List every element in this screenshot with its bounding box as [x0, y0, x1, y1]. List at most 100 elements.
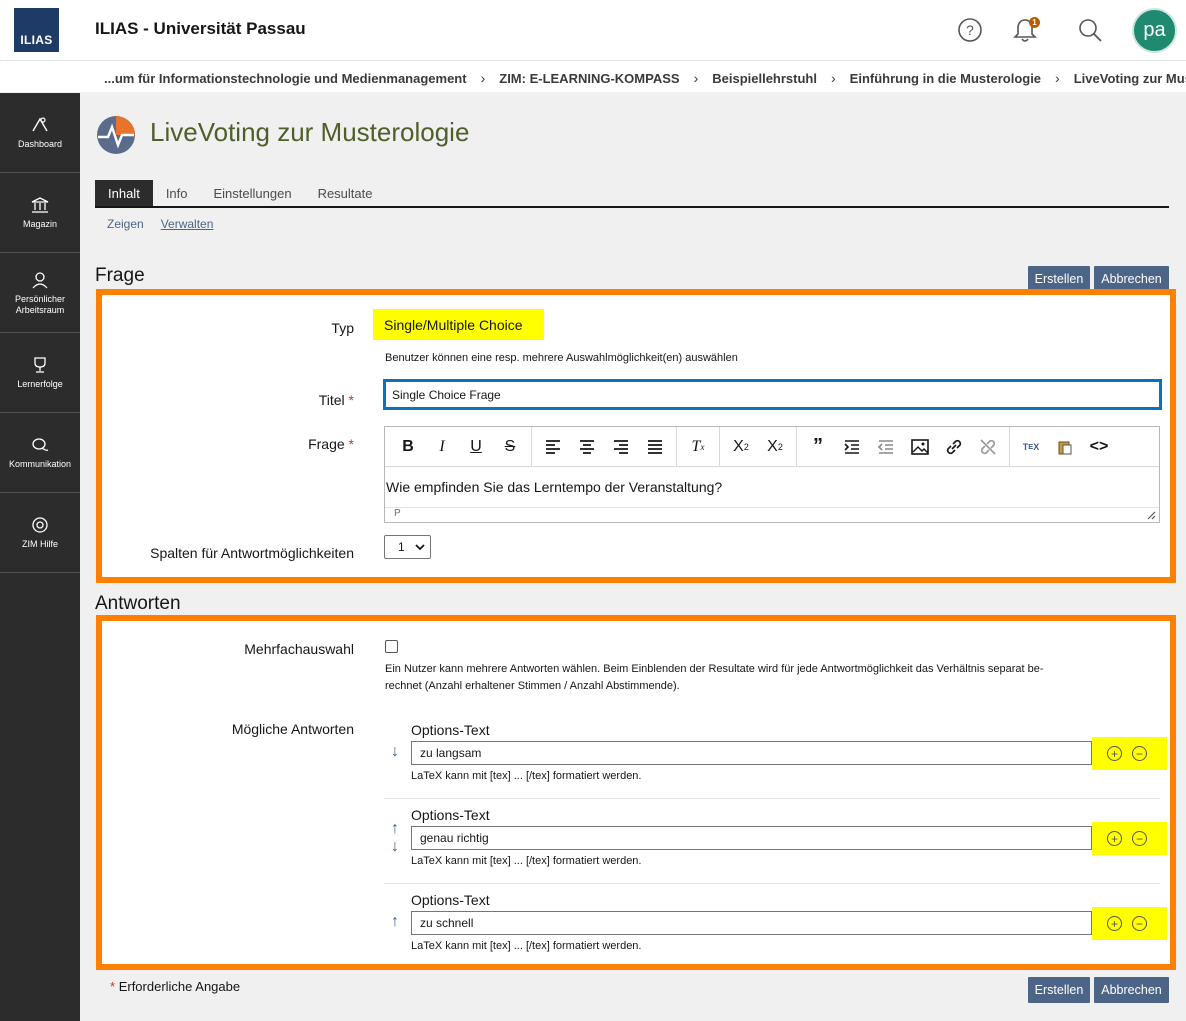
- dashboard-icon: [32, 117, 48, 132]
- antworten-panel: Mehrfachauswahl Ein Nutzer kann mehrere …: [96, 615, 1176, 970]
- subtab-verwalten[interactable]: Verwalten: [161, 217, 214, 231]
- spalten-select[interactable]: 1: [384, 535, 431, 559]
- sidebar-item-label: Magazin: [22, 219, 58, 229]
- unlink-icon[interactable]: [971, 432, 1005, 462]
- tex-icon[interactable]: TEX: [1014, 432, 1048, 462]
- sidebar-item-label: Dashboard: [17, 139, 63, 149]
- breadcrumb-item[interactable]: ...um für Informationstechnologie und Me…: [104, 71, 467, 86]
- typ-value: Single/Multiple Choice: [373, 309, 544, 340]
- add-circle-icon[interactable]: +: [1107, 831, 1122, 846]
- arrow-up-icon[interactable]: ↑: [391, 820, 399, 838]
- align-left-icon[interactable]: [536, 432, 570, 462]
- arrow-up-icon[interactable]: ↑: [391, 913, 399, 931]
- paste-icon[interactable]: [1048, 432, 1082, 462]
- editor-toolbar: B I U S Tx X2 X2 ” TEX <>: [385, 426, 1159, 467]
- option-add-remove-controls: + −: [1092, 822, 1167, 855]
- clear-formatting-icon[interactable]: Tx: [681, 432, 715, 462]
- section-title-antworten: Antworten: [95, 593, 181, 614]
- option-text-input[interactable]: zu langsam: [411, 741, 1092, 765]
- bank-icon: [31, 197, 49, 213]
- sidebar-item-kommunikation[interactable]: Kommunikation: [0, 413, 80, 493]
- sidebar-item-persoenlicher-arbeitsraum[interactable]: Persönlicher Arbeitsraum: [0, 253, 80, 333]
- chevron-right-icon: ›: [1055, 70, 1060, 86]
- add-circle-icon[interactable]: +: [1107, 746, 1122, 761]
- breadcrumb-item[interactable]: Einführung in die Musterologie: [850, 71, 1041, 86]
- chevron-down-icon: [415, 544, 425, 551]
- sidebar-item-zim-hilfe[interactable]: ZIM Hilfe: [0, 493, 80, 573]
- option-add-remove-controls: + −: [1092, 737, 1167, 770]
- breadcrumb: ...um für Informationstechnologie und Me…: [0, 60, 1186, 92]
- titel-input[interactable]: Single Choice Frage: [383, 379, 1162, 410]
- outdent-icon[interactable]: [869, 432, 903, 462]
- remove-circle-icon[interactable]: −: [1132, 746, 1147, 761]
- sidebar-item-label: Kommunikation: [8, 459, 72, 469]
- frage-panel: Typ Single/Multiple Choice Benutzer könn…: [96, 289, 1176, 583]
- breadcrumb-item[interactable]: LiveVoting zur Musterologie: [1074, 71, 1186, 86]
- link-icon[interactable]: [937, 432, 971, 462]
- option-help: LaTeX kann mit [tex] ... [/tex] formatie…: [411, 770, 642, 782]
- breadcrumb-item[interactable]: ZIM: E-LEARNING-KOMPASS: [499, 71, 679, 86]
- moegliche-antworten-label: Mögliche Antworten: [231, 721, 354, 737]
- notification-bell-icon[interactable]: 1: [1011, 16, 1040, 44]
- sidebar-item-lernerfolge[interactable]: Lernerfolge: [0, 333, 80, 413]
- underline-icon[interactable]: U: [459, 432, 493, 462]
- mehrfachauswahl-help: Ein Nutzer kann mehrere Antworten wählen…: [385, 663, 1044, 692]
- chevron-right-icon: ›: [830, 70, 836, 86]
- indent-icon[interactable]: [835, 432, 869, 462]
- chat-icon: [32, 438, 49, 451]
- italic-icon[interactable]: I: [425, 432, 459, 462]
- option-help: LaTeX kann mit [tex] ... [/tex] formatie…: [411, 855, 642, 867]
- tab-inhalt[interactable]: Inhalt: [95, 180, 153, 206]
- arrow-down-icon[interactable]: ↓: [391, 743, 399, 761]
- create-button-bottom[interactable]: Erstellen: [1028, 977, 1090, 1003]
- answer-option: Options-Text ↑ zu schnell + − LaTeX kann…: [384, 885, 1167, 967]
- sidebar-item-dashboard[interactable]: Dashboard: [0, 93, 80, 173]
- source-code-icon[interactable]: <>: [1082, 432, 1116, 462]
- bold-icon[interactable]: B: [391, 432, 425, 462]
- align-justify-icon[interactable]: [638, 432, 672, 462]
- remove-circle-icon[interactable]: −: [1132, 831, 1147, 846]
- mehrfachauswahl-checkbox[interactable]: [385, 640, 398, 653]
- tab-resultate[interactable]: Resultate: [305, 180, 386, 206]
- titel-label: Titel *: [318, 392, 354, 408]
- user-avatar[interactable]: pa: [1132, 8, 1177, 53]
- superscript-icon[interactable]: X2: [758, 432, 792, 462]
- remove-circle-icon[interactable]: −: [1132, 916, 1147, 931]
- tab-info[interactable]: Info: [153, 180, 201, 206]
- resize-handle-icon[interactable]: [1146, 510, 1156, 520]
- frage-rich-text-editor[interactable]: B I U S Tx X2 X2 ” TEX <> Wie empfinden …: [384, 426, 1160, 523]
- image-icon[interactable]: [903, 432, 937, 462]
- subtab-zeigen[interactable]: Zeigen: [107, 217, 144, 231]
- blockquote-icon[interactable]: ”: [801, 432, 835, 462]
- editor-content[interactable]: Wie empfinden Sie das Lerntempo der Vera…: [385, 467, 1159, 507]
- divider: [384, 798, 1160, 799]
- option-text-input[interactable]: genau richtig: [411, 826, 1092, 850]
- page-title: LiveVoting zur Musterologie: [150, 117, 470, 147]
- tab-bar: Inhalt Info Einstellungen Resultate: [95, 180, 1169, 208]
- help-icon[interactable]: ?: [956, 16, 984, 44]
- tab-einstellungen[interactable]: Einstellungen: [201, 180, 305, 206]
- person-icon: [32, 271, 48, 288]
- strikethrough-icon[interactable]: S: [493, 432, 527, 462]
- sidebar-item-label: Lernerfolge: [17, 379, 63, 389]
- align-center-icon[interactable]: [570, 432, 604, 462]
- subscript-icon[interactable]: X2: [724, 432, 758, 462]
- ilias-logo[interactable]: ILIAS: [14, 8, 59, 52]
- answer-option: Options-Text ↓ zu langsam + − LaTeX kann…: [384, 715, 1167, 797]
- cancel-button-bottom[interactable]: Abbrechen: [1094, 977, 1169, 1003]
- livevoting-icon: [95, 114, 137, 156]
- sidebar-item-magazin[interactable]: Magazin: [0, 173, 80, 253]
- search-icon[interactable]: [1076, 16, 1104, 44]
- typ-help: Benutzer können eine resp. mehrere Auswa…: [385, 352, 738, 364]
- align-right-icon[interactable]: [604, 432, 638, 462]
- sidebar-item-label: Persönlicher Arbeitsraum: [14, 293, 66, 315]
- typ-label: Typ: [331, 320, 354, 336]
- top-bar: ILIAS ILIAS - Universität Passau ? 1 pa: [0, 0, 1186, 60]
- arrow-down-icon[interactable]: ↓: [391, 838, 399, 856]
- editor-statusbar: P: [385, 507, 1159, 522]
- section-title-frage: Frage: [95, 265, 145, 286]
- option-text-input[interactable]: zu schnell: [411, 911, 1092, 935]
- add-circle-icon[interactable]: +: [1107, 916, 1122, 931]
- breadcrumb-item[interactable]: Beispiellehrstuhl: [712, 71, 817, 86]
- option-add-remove-controls: + −: [1092, 907, 1167, 940]
